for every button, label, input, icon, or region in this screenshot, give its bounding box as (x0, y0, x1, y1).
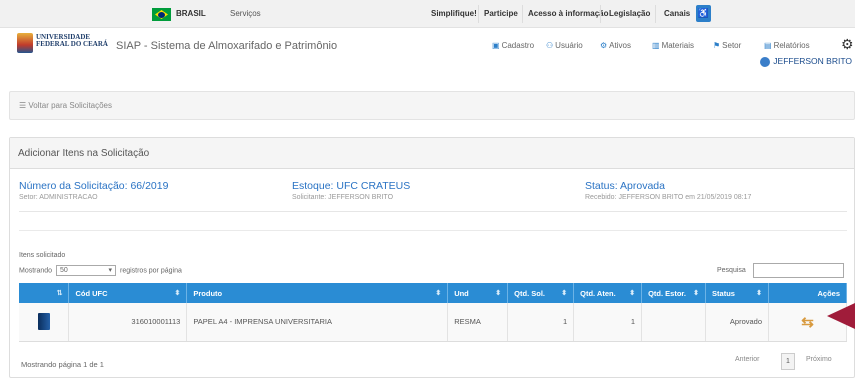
col-qtd-sol[interactable]: Qtd. Sol. ⬍ (507, 283, 575, 303)
gov-link-participe[interactable]: Participe (484, 9, 518, 18)
gov-bar: BRASIL Serviços Simplifique! Participe A… (0, 0, 855, 28)
ativos-icon: ⚙ (600, 41, 608, 50)
ufc-logo-icon (17, 33, 33, 53)
page-size-control: Mostrando 50 ▾ registros por página (19, 265, 182, 276)
prev-page-button[interactable]: Anterior (735, 356, 760, 363)
search-label: Pesquisa (717, 267, 746, 274)
relatorios-icon: ▤ (764, 41, 772, 50)
request-number: Número da Solicitação: 66/2019 (19, 180, 169, 192)
request-sector: Setor: ADMINISTRACAO (19, 194, 98, 201)
page-1-button[interactable]: 1 (781, 353, 795, 370)
user-avatar-icon (760, 56, 771, 67)
row-image-cell (19, 303, 70, 342)
col-produto[interactable]: Produto ⬍ (186, 283, 449, 303)
nav-setor[interactable]: ⚑ Setor (713, 41, 741, 50)
nav-cadastro[interactable]: ▣ Cadastro (492, 41, 534, 50)
gov-servicos-link[interactable]: Serviços (230, 9, 261, 18)
settings-gear-icon[interactable]: ⚙ (841, 36, 854, 53)
setor-icon: ⚑ (713, 41, 721, 50)
panel-title: Adicionar Itens na Solicitação (10, 138, 854, 169)
gov-link-acesso[interactable]: Acesso à informação (528, 9, 608, 18)
col-qtd-aten[interactable]: Qtd. Aten. ⬍ (573, 283, 643, 303)
row-code: 316010001113 (68, 303, 188, 342)
back-to-requests-link[interactable]: ☰ Voltar para Solicitações (19, 101, 112, 110)
transfer-action-icon[interactable]: ⇆ (801, 313, 814, 331)
brazil-flag-icon (152, 8, 171, 21)
request-stock: Estoque: UFC CRATEUS (292, 180, 411, 192)
request-panel: Adicionar Itens na Solicitação Número da… (9, 137, 855, 378)
ufc-logo-text: UNIVERSIDADE FEDERAL DO CEARÁ (36, 33, 108, 48)
next-page-button[interactable]: Próximo (806, 356, 832, 363)
row-qty-estor (641, 303, 707, 342)
row-status: Aprovado (705, 303, 770, 342)
users-icon: ⚇ (546, 41, 554, 50)
materiais-icon: ▥ (652, 41, 660, 50)
request-requester: Solicitante: JEFFERSON BRITO (292, 194, 394, 201)
cadastro-icon: ▣ (492, 41, 500, 50)
app-title[interactable]: SIAP - Sistema de Almoxarifado e Patrimô… (116, 40, 337, 52)
back-panel: ☰ Voltar para Solicitações (9, 91, 855, 120)
col-cod-ufc[interactable]: Cód UFC ⬍ (68, 283, 188, 303)
showing-info: Mostrando página 1 de 1 (21, 360, 104, 369)
gov-link-simplifique[interactable]: Simplifique! (431, 9, 477, 18)
items-table: ⇅ Cód UFC ⬍ Produto ⬍ Und ⬍ Qtd. Sol. ⬍ Qtd.… (19, 283, 847, 342)
table-row: 316010001113 PAPEL A4 - IMPRENSA UNIVERS… (19, 303, 847, 342)
user-menu[interactable]: JEFFERSON BRITO (760, 56, 852, 67)
gov-link-legislacao[interactable]: Legislação (609, 9, 650, 18)
row-unit: RESMA (447, 303, 509, 342)
request-received: Recebido: JEFFERSON BRITO em 21/05/2019 … (585, 194, 752, 201)
gov-link-canais[interactable]: Canais (664, 9, 690, 18)
col-und[interactable]: Und ⬍ (447, 283, 509, 303)
nav-usuario[interactable]: ⚇ Usuário (546, 41, 583, 50)
col-qtd-estor[interactable]: Qtd. Estor. ⬍ (641, 283, 707, 303)
product-image-icon (37, 313, 50, 331)
row-product: PAPEL A4 - IMPRENSA UNIVERSITARIA (186, 303, 449, 342)
pointer-arrow-icon (827, 303, 855, 329)
col-status[interactable]: Status ⬍ (705, 283, 770, 303)
col-acoes: Ações (768, 283, 847, 303)
gov-brasil-label[interactable]: BRASIL (176, 9, 206, 18)
accessibility-icon[interactable]: ♿ (696, 5, 711, 22)
page-size-select[interactable]: 50 ▾ (56, 265, 117, 276)
col-image[interactable]: ⇅ (19, 283, 70, 303)
nav-relatorios[interactable]: ▤ Relatórios (764, 41, 810, 50)
nav-ativos[interactable]: ⚙ Ativos (600, 41, 631, 50)
row-qty-aten: 1 (573, 303, 643, 342)
row-qty-sol: 1 (507, 303, 575, 342)
items-caption: Itens solicitado (19, 252, 66, 259)
search-input[interactable] (753, 263, 844, 278)
request-status: Status: Aprovada (585, 180, 665, 192)
nav-materiais[interactable]: ▥ Materiais (652, 41, 694, 50)
